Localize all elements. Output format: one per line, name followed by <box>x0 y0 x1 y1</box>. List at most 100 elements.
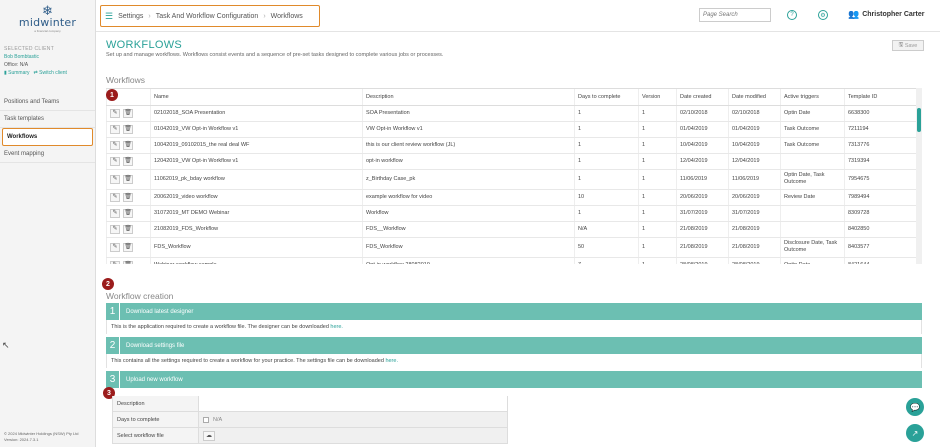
col-days[interactable]: Days to complete <box>574 89 639 106</box>
col-description[interactable]: Description <box>362 89 575 106</box>
cell-created: 11/06/2019 <box>676 169 729 190</box>
step-label: Upload new workflow <box>126 376 183 383</box>
pencil-icon[interactable]: ✎ <box>110 224 120 234</box>
cell-created: 20/06/2019 <box>676 189 729 206</box>
row-actions: ✎🗑 <box>106 221 151 238</box>
step-bar-upload-workflow: 3 Upload new workflow <box>106 371 922 388</box>
sidebar-footer: © 2024 Midwinter Holdings (NSW) Pty Ltd … <box>4 431 79 443</box>
sidebar-item-positions-and-teams[interactable]: Positions and Teams <box>0 94 95 111</box>
days-field: N/A <box>198 412 508 427</box>
download-designer-link[interactable]: here. <box>330 324 343 330</box>
trash-icon[interactable]: 🗑 <box>123 224 133 234</box>
trash-icon[interactable]: 🗑 <box>123 192 133 202</box>
row-actions: ✎🗑 <box>106 137 151 154</box>
col-name[interactable]: Name <box>150 89 363 106</box>
logo[interactable]: ❄ midwinter a financial company <box>0 0 95 36</box>
cell-name: 10042019_09102015_the real deal WF <box>150 137 363 154</box>
download-settings-link[interactable]: here. <box>385 358 398 364</box>
col-date-modified[interactable]: Date modified <box>728 89 781 106</box>
pencil-icon[interactable]: ✎ <box>110 192 120 202</box>
cell-modified: 12/04/2019 <box>728 153 781 170</box>
table-row[interactable]: ✎ 🗑 31072019_MT DEMO Webinar Workflow 1 1 31/0… <box>106 205 922 222</box>
table-row[interactable]: ✎ 🗑 10042019_09102015_the real deal WF this… <box>106 137 922 154</box>
table-row[interactable]: ✎ 🗑 20062019_video workflow example workflo… <box>106 189 922 206</box>
app-root: ❄ midwinter a financial company SELECTED… <box>0 0 940 447</box>
cell-template-id: 7211194 <box>844 121 922 138</box>
form-row-days: Days to complete N/A <box>112 412 508 428</box>
breadcrumb-task-workflow-config[interactable]: Task And Workflow Configuration <box>156 13 259 20</box>
cell-modified: 21/08/2019 <box>728 237 781 258</box>
client-links: ▮ Summary ⇄ Switch client <box>4 70 91 76</box>
client-office: Office: N/A <box>4 62 29 68</box>
scrollbar-thumb[interactable] <box>917 108 921 132</box>
cell-days: 1 <box>574 121 639 138</box>
trash-icon[interactable]: 🗑 <box>123 156 133 166</box>
main-content: WORKFLOWS Set up and manage workflows. W… <box>96 33 940 447</box>
trash-icon[interactable]: 🗑 <box>123 242 133 252</box>
save-button[interactable]: 🖫 Save <box>892 40 924 51</box>
pencil-icon[interactable]: ✎ <box>110 174 120 184</box>
row-actions: ✎🗑 <box>106 169 151 190</box>
trash-icon[interactable]: 🗑 <box>123 108 133 118</box>
cell-name: 02102018_SOA Presentation <box>150 105 363 122</box>
description-input[interactable] <box>198 396 508 411</box>
cell-description: Opt-in workflow 28082019 <box>362 257 575 264</box>
switch-client-link[interactable]: ⇄ Switch client <box>34 70 67 76</box>
row-actions-group: ✎🗑 <box>110 224 147 234</box>
user-menu[interactable]: 👥 Christopher Carter <box>848 9 924 20</box>
sidebar-item-task-templates[interactable]: Task templates <box>0 111 95 128</box>
file-label: Select workflow file <box>112 428 198 443</box>
pencil-icon[interactable]: ✎ <box>110 260 120 264</box>
client-name-link[interactable]: Bob Bombtastic <box>4 54 91 60</box>
col-version[interactable]: Version <box>638 89 677 106</box>
pencil-icon[interactable]: ✎ <box>110 242 120 252</box>
table-row[interactable]: ✎ 🗑 12042019_VW Opt-in Workflow v1 opt-in w… <box>106 153 922 170</box>
cell-template-id: 7319394 <box>844 153 922 170</box>
cell-version: 1 <box>638 153 677 170</box>
cell-name: 01042019_VW Opt-in Workflow v1 <box>150 121 363 138</box>
trash-icon[interactable]: 🗑 <box>123 140 133 150</box>
pencil-icon[interactable]: ✎ <box>110 156 120 166</box>
pencil-icon[interactable]: ✎ <box>110 140 120 150</box>
table-scrollbar[interactable] <box>916 88 922 264</box>
chat-icon[interactable]: 💬 <box>906 398 924 416</box>
col-date-created[interactable]: Date created <box>676 89 729 106</box>
sidebar-item-workflows[interactable]: Workflows <box>2 128 93 146</box>
col-active-triggers[interactable]: Active triggers <box>780 89 845 106</box>
cell-modified: 10/04/2019 <box>728 137 781 154</box>
pencil-icon[interactable]: ✎ <box>110 108 120 118</box>
table-row[interactable]: ✎ 🗑 02102018_SOA Presentation SOA Presentat… <box>106 105 922 122</box>
cell-triggers: Optin Date <box>780 105 845 122</box>
trash-icon[interactable]: 🗑 <box>123 260 133 264</box>
row-actions-group: ✎🗑 <box>110 140 147 150</box>
trash-icon[interactable]: 🗑 <box>123 174 133 184</box>
breadcrumb-settings[interactable]: Settings <box>118 13 143 20</box>
sidebar-item-event-mapping[interactable]: Event mapping <box>0 146 95 163</box>
step-bar-download-settings: 2 Download settings file <box>106 337 922 354</box>
pencil-icon[interactable]: ✎ <box>110 124 120 134</box>
form-row-description: Description <box>112 396 508 412</box>
upload-icon[interactable]: ☁ <box>203 430 215 441</box>
table-row[interactable]: ✎ 🗑 FDS_Workflow FDS_Workflow 50 1 21/08/2019 2… <box>106 237 922 258</box>
days-na-checkbox[interactable] <box>203 416 209 423</box>
table-row[interactable]: ✎ 🗑 21082019_FDS_Workflow FDS__Workflow N/A 1… <box>106 221 922 238</box>
table-row[interactable]: ✎🗑Webinar workflow sampleOpt-in workflow… <box>106 257 922 264</box>
summary-link[interactable]: ▮ Summary <box>4 70 30 76</box>
table-row[interactable]: ✎ 🗑 01042019_VW Opt-in Workflow v1 VW Opt-i… <box>106 121 922 138</box>
external-link-icon[interactable]: ↗ <box>906 424 924 442</box>
gear-icon[interactable]: ⚙ <box>818 10 828 20</box>
cell-template-id: 7313776 <box>844 137 922 154</box>
hamburger-icon[interactable]: ☰ <box>105 11 113 22</box>
table-row[interactable]: ✎ 🗑 11062019_pk_bday workflow z_Birthday Ca… <box>106 169 922 190</box>
cell-modified: 21/08/2019 <box>728 221 781 238</box>
trash-icon[interactable]: 🗑 <box>123 208 133 218</box>
pencil-icon[interactable]: ✎ <box>110 208 120 218</box>
row-actions-group: ✎🗑 <box>110 242 147 252</box>
row-actions: ✎🗑 <box>106 153 151 170</box>
page-search-input[interactable]: Page Search <box>699 8 771 22</box>
trash-icon[interactable]: 🗑 <box>123 124 133 134</box>
col-template-id[interactable]: Template ID <box>844 89 922 106</box>
help-icon[interactable]: ? <box>787 10 797 20</box>
cell-days: N/A <box>574 221 639 238</box>
cell-days: 1 <box>574 153 639 170</box>
